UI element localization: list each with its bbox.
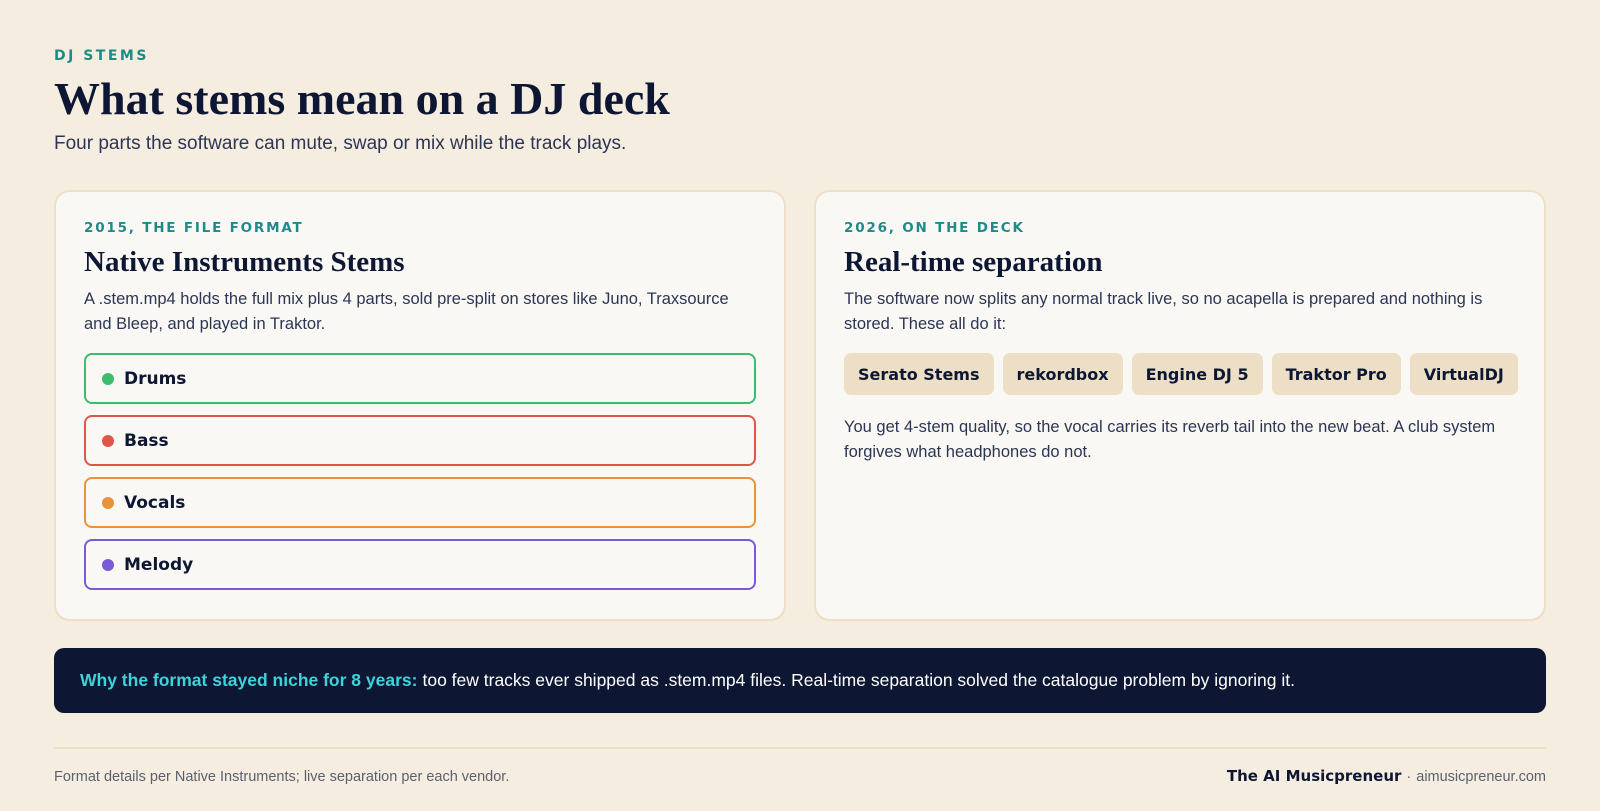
site-link[interactable]: aimusicpreneur.com [1416,769,1546,785]
chip-serato-stems: Serato Stems [844,353,994,395]
banner-text: too few tracks ever shipped as .stem.mp4… [422,670,1295,690]
stem-item-vocals: Vocals [84,477,756,528]
stem-label: Drums [124,368,187,389]
page-title: What stems mean on a DJ deck [54,73,670,124]
card-eyebrow: 2015, THE FILE FORMAT [84,220,304,236]
card-description: A .stem.mp4 holds the full mix plus 4 pa… [84,290,729,333]
stem-label: Bass [124,430,169,451]
page-eyebrow: DJ STEMS [54,48,149,64]
card-title: Native Instruments Stems [84,246,405,278]
chip-engine-dj: Engine DJ 5 [1131,353,1263,395]
banner-lead: Why the format stayed niche for 8 years: [80,670,418,690]
stem-item-drums: Drums [84,353,756,404]
card-eyebrow: 2026, ON THE DECK [844,220,1025,236]
footer-separator: · [1406,769,1412,785]
stem-label: Vocals [124,492,186,513]
stem-dot-icon [102,558,114,571]
card-title: Real-time separation [844,246,1103,278]
callout-banner: Why the format stayed niche for 8 years:… [54,648,1546,713]
software-chip-list: Serato Stems rekordbox Engine DJ 5 Trakt… [844,353,1518,395]
stem-dot-icon [102,372,114,385]
chip-virtualdj: VirtualDJ [1409,353,1518,395]
footer-credit: The AI Musicpreneur · aimusicpreneur.com [1227,767,1546,785]
brand-name: The AI Musicpreneur [1226,767,1402,785]
realtime-card: 2026, ON THE DECK Real-time separation T… [814,190,1546,621]
card-note: You get 4-stem quality, so the vocal car… [844,418,1496,461]
stem-list: Drums Bass Vocals Melody [84,353,756,590]
stem-item-bass: Bass [84,415,756,466]
source-note: Format details per Native Instruments; l… [54,769,510,785]
footer-divider [54,747,1546,749]
card-description: The software now splits any normal track… [844,290,1483,333]
page-subtitle: Four parts the software can mute, swap o… [54,133,627,154]
file-format-card: 2015, THE FILE FORMAT Native Instruments… [54,190,786,621]
stem-dot-icon [102,496,114,509]
stem-dot-icon [102,434,114,447]
stem-label: Melody [124,554,194,575]
chip-traktor-pro: Traktor Pro [1271,353,1401,395]
stem-item-melody: Melody [84,539,756,590]
chip-rekordbox: rekordbox [1002,353,1123,395]
